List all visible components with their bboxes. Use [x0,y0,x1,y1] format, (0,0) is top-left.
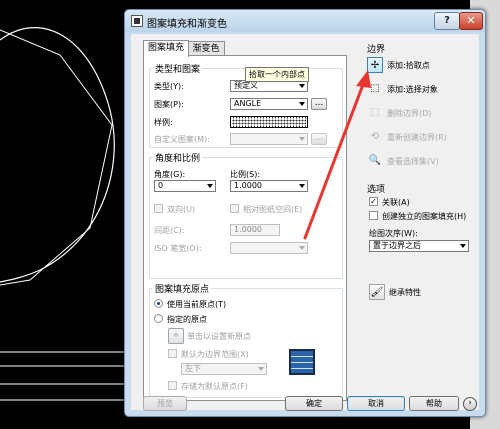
chevron-down-icon [207,184,213,188]
remove-boundaries-button[interactable]: ⬚ [367,105,383,121]
double-label: 双向(U) [167,205,196,214]
use-current-origin-radio[interactable] [154,299,163,308]
swatch-label: 样例: [154,118,173,127]
draw-order-select[interactable]: 置于边界之后 [369,240,469,252]
origin-title: 图案填充原点 [153,282,212,295]
spacing-label: 间距(C): [154,226,185,235]
close-button[interactable]: ✕ [459,12,483,30]
draw-order-label: 绘图次序(W): [369,229,418,238]
ok-button[interactable]: 确定 [285,396,343,411]
pattern-label: 图案(P): [154,100,184,109]
double-checkbox[interactable] [154,204,163,213]
tab-hatch[interactable]: 图案填充 [143,40,189,57]
separate-hatches-checkbox[interactable] [369,211,378,220]
pick-point-icon: ⌖ [173,330,179,341]
help-title-button[interactable]: ? [434,12,460,30]
dialog-body: 图案填充 渐变色 类型和图案 类型(Y): 预定义 图案(P): ANGLE .… [131,34,479,411]
angle-label: 角度(G): [154,170,186,179]
scale-select[interactable]: 1.0000 [230,180,308,192]
associative-checkbox[interactable]: ✓ [369,197,378,206]
origin-preview-icon [289,349,315,375]
pattern-select[interactable]: ANGLE [230,98,308,110]
set-origin-button[interactable]: ⌖ [168,328,184,344]
inherit-properties-button[interactable]: 🖌 [369,284,385,300]
type-pattern-title: 类型和图案 [153,62,203,75]
view-selections-label: 查看选择集(V) [387,157,439,166]
scale-label: 比例(S): [230,170,261,179]
specified-origin-radio[interactable] [154,314,163,323]
origin-position-select[interactable]: 左下 [181,363,267,375]
relative-paperspace-label: 相对图纸空间(E) [243,205,303,214]
dialog-titlebar[interactable]: 图案填充和渐变色 ? ✕ [125,10,485,32]
app-icon [131,15,143,27]
tab-gradient[interactable]: 渐变色 [187,41,225,56]
help-button[interactable]: 帮助 [409,396,459,411]
hatch-tab-panel: 类型和图案 类型(Y): 预定义 图案(P): ANGLE ... 样例: 自定… [143,55,347,401]
type-label: 类型(Y): [154,82,184,91]
recreate-boundary-button[interactable]: ⟲ [367,129,383,145]
pattern-swatch[interactable] [230,116,308,128]
add-pick-points-button[interactable]: ✢ [367,57,383,73]
angle-select[interactable]: 0 [154,180,216,192]
chevron-down-icon [299,137,305,141]
chevron-down-icon [460,244,466,248]
set-origin-label: 单击以设置新原点 [187,332,251,341]
store-origin-checkbox[interactable] [168,381,177,390]
options-title: 选项 [367,185,386,195]
dialog-title: 图案填充和渐变色 [147,19,227,30]
custom-browse-button[interactable]: ... [311,133,327,145]
separate-hatches-label: 创建独立的图案填充(H) [382,212,467,221]
inherit-properties-label: 继承特性 [389,288,421,297]
spacing-input[interactable]: 1.0000 [230,224,280,236]
view-selections-button[interactable]: 🔍 [367,153,383,169]
cancel-button[interactable]: 取消 [347,396,405,411]
chevron-down-icon [299,246,305,250]
relative-paperspace-checkbox[interactable] [230,204,239,213]
chevron-down-icon [299,84,305,88]
magnifier-icon: 🔍 [368,155,382,166]
add-select-objects-button[interactable]: ⬚ [367,81,383,97]
store-origin-label: 存储为默认原点(F) [181,382,248,391]
associative-label: 关联(A) [382,198,410,207]
chevron-down-icon [299,102,305,106]
custom-pattern-select[interactable] [230,133,308,145]
remove-boundary-icon: ⬚ [370,107,380,118]
more-options-button[interactable]: › [463,397,477,411]
add-select-objects-label: 添加:选择对象 [387,85,438,94]
chevron-down-icon [258,367,264,371]
angle-scale-title: 角度和比例 [153,151,203,164]
chevron-down-icon [299,184,305,188]
custom-pattern-label: 自定义图案(M): [154,135,210,144]
add-pick-points-label: 添加:拾取点 [387,61,430,70]
use-current-origin-label: 使用当前原点(T) [167,300,227,309]
recreate-boundary-icon: ⟲ [370,131,380,142]
specified-origin-label: 指定的原点 [167,315,207,324]
preview-button[interactable]: 预览 [143,396,187,411]
boundaries-title: 边界 [367,45,386,55]
pick-point-tooltip: 拾取一个内部点 [245,67,309,82]
recreate-boundary-label: 重新创建边界(R) [387,133,447,142]
select-objects-icon: ⬚ [370,83,380,94]
default-extent-label: 默认为边界范围(X) [181,350,249,359]
brush-icon: 🖌 [370,287,384,298]
default-extent-checkbox[interactable] [168,349,177,358]
iso-pen-select[interactable] [230,242,308,254]
remove-boundaries-label: 删除边界(D) [387,109,432,118]
pattern-browse-button[interactable]: ... [311,98,327,110]
iso-pen-label: ISO 笔宽(O): [154,244,202,253]
pick-point-icon: ✢ [370,60,380,71]
